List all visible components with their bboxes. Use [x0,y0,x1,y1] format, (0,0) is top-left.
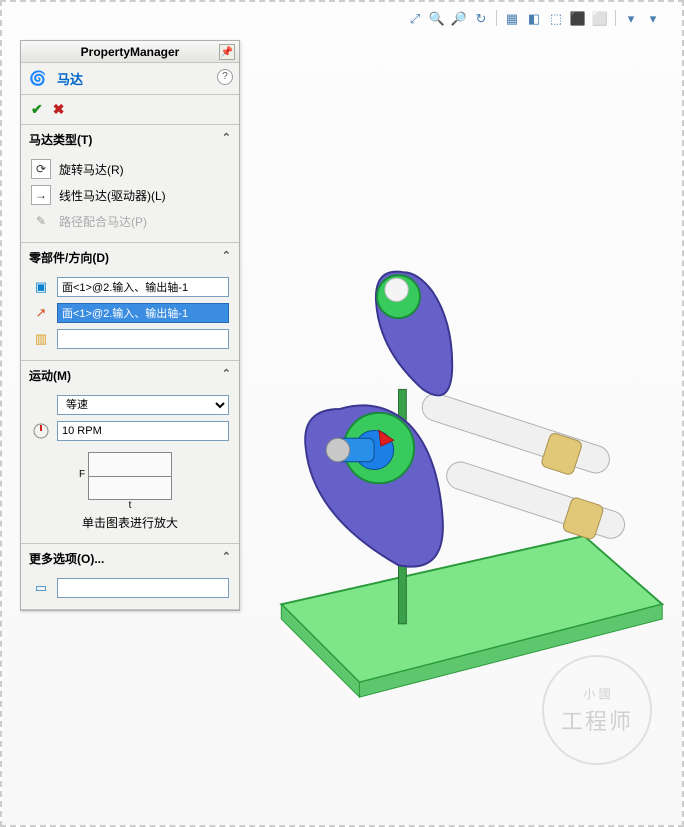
graphics-viewport[interactable]: ⤢ 🔍 🔎 ↻ ▦ ◧ ⬚ ⬛ ⬜ ▾ ▾ [2,2,682,825]
view-toolbar: ⤢ 🔍 🔎 ↻ ▦ ◧ ⬚ ⬛ ⬜ ▾ ▾ [406,10,662,32]
section-component-direction: 零部件/方向(D) ⌃ ▣ 面<1>@2.输入、输出轴-1 ↗ 面<1>@2.输… [21,243,239,361]
linear-icon: → [31,185,51,205]
motor-location-field[interactable]: ▣ 面<1>@2.输入、输出轴-1 [29,274,231,300]
section-label: 零部件/方向(D) [29,249,109,266]
direction-input[interactable]: 面<1>@2.输入、输出轴-1 [57,303,229,323]
face-input[interactable]: 面<1>@2.输入、输出轴-1 [57,277,229,297]
option-path-motor: ✎ 路径配合马达(P) [29,208,231,234]
load-input[interactable] [57,578,229,598]
render-icon[interactable]: ▾ [644,10,662,28]
axis-t-label: t [129,500,132,511]
motion-type-row: 等速 [29,392,231,418]
pm-header: PropertyManager 📌 [21,41,239,63]
option-label: 线性马达(驱动器)(L) [59,187,166,204]
section-more-options: 更多选项(O)... ⌃ ▭ [21,544,239,610]
section-head-motion[interactable]: 运动(M) ⌃ [21,361,239,390]
speed-icon [31,421,51,441]
path-icon: ✎ [31,211,51,231]
direction-icon: ↗ [31,303,51,323]
relative-input[interactable] [57,329,229,349]
face-icon: ▣ [31,277,51,297]
section-label: 马达类型(T) [29,131,92,148]
option-rotary-motor[interactable]: ⟳ 旋转马达(R) [29,156,231,182]
section-motion: 运动(M) ⌃ 等速 [21,361,239,544]
section-motor-type: 马达类型(T) ⌃ ⟳ 旋转马达(R) → 线性马达(驱动器)(L) ✎ 路径配… [21,125,239,243]
property-manager-panel: PropertyManager 📌 🌀 马达 ? ✔ ✖ 马达类型(T) ⌃ ⟳… [20,40,240,611]
speed-row [29,418,231,444]
display-style-icon[interactable]: ◧ [525,10,543,28]
chevron-up-icon: ⌃ [222,367,231,380]
pin-icon[interactable]: 📌 [219,44,235,60]
watermark-line1: 小 國 [583,685,610,702]
cube-iso-icon[interactable]: ⬚ [547,10,565,28]
axis-f-label: F [79,469,85,480]
rotary-icon: ⟳ [31,159,51,179]
section-view-icon[interactable]: ▦ [503,10,521,28]
zoom-area-icon[interactable]: 🔍 [428,10,446,28]
watermark-line2: 工程师 [561,704,633,736]
cube-shaded-icon[interactable]: ⬛ [569,10,587,28]
motor-icon: 🌀 [29,70,51,88]
option-label: 路径配合马达(P) [59,213,147,230]
cancel-button[interactable]: ✖ [53,101,65,118]
help-icon[interactable]: ? [217,69,233,85]
chart-caption: 单击图表进行放大 [82,514,178,531]
component-icon: ▥ [31,329,51,349]
zoom-prev-icon[interactable]: 🔎 [450,10,468,28]
cube-wire-icon[interactable]: ⬜ [591,10,609,28]
motion-type-select[interactable]: 等速 [57,395,229,415]
pm-header-label: PropertyManager [81,45,180,59]
scene-icon[interactable]: ▾ [622,10,640,28]
chevron-up-icon: ⌃ [222,249,231,262]
option-linear-motor[interactable]: → 线性马达(驱动器)(L) [29,182,231,208]
load-icon: ▭ [31,578,51,598]
pm-feature-title: 🌀 马达 ? [21,63,239,95]
pm-action-row: ✔ ✖ [21,95,239,125]
speed-input[interactable] [57,421,229,441]
relative-component-field[interactable]: ▥ [29,326,231,352]
option-label: 旋转马达(R) [59,161,124,178]
section-head-component[interactable]: 零部件/方向(D) ⌃ [21,243,239,272]
chevron-up-icon: ⌃ [222,550,231,563]
zoom-fit-icon[interactable]: ⤢ [406,10,424,28]
section-head-motor-type[interactable]: 马达类型(T) ⌃ [21,125,239,154]
ok-button[interactable]: ✔ [31,101,43,118]
motion-chart[interactable]: F t [88,452,172,500]
rotate-view-icon[interactable]: ↻ [472,10,490,28]
section-label: 运动(M) [29,367,71,384]
motor-direction-field[interactable]: ↗ 面<1>@2.输入、输出轴-1 [29,300,231,326]
load-bearing-field[interactable]: ▭ [29,575,231,601]
section-label: 更多选项(O)... [29,550,104,567]
motion-chart-area[interactable]: F t 单击图表进行放大 [29,444,231,535]
pm-title-text: 马达 [57,69,83,88]
chevron-up-icon: ⌃ [222,131,231,144]
section-head-more[interactable]: 更多选项(O)... ⌃ [21,544,239,573]
watermark: 小 國 工程师 [542,655,652,765]
